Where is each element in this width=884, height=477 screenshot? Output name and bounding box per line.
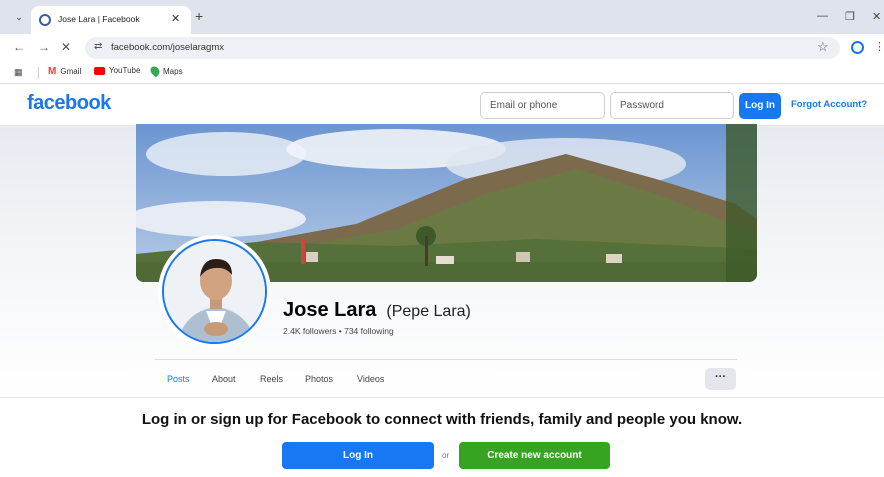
browser-toolbar: ← → ✕ ⇄ facebook.com/joselaragmx ☆ ⋮ <box>0 34 884 62</box>
tab-search-icon[interactable]: ⌄ <box>10 9 28 25</box>
site-info-icon[interactable]: ⇄ <box>94 41 102 52</box>
window-close-icon[interactable]: ✕ <box>872 10 881 23</box>
youtube-icon <box>94 66 105 75</box>
tab-title: Jose Lara | Facebook <box>58 14 140 24</box>
url-text: facebook.com/joselaragmx <box>111 42 224 53</box>
avatar-image <box>162 239 267 344</box>
facebook-favicon-icon <box>39 14 51 26</box>
profile-avatar[interactable] <box>158 235 271 348</box>
login-button[interactable]: Log In <box>282 442 434 469</box>
stop-loading-icon[interactable]: ✕ <box>61 40 71 54</box>
more-options-button[interactable]: ··· <box>705 368 736 390</box>
back-arrow-icon[interactable]: ← <box>13 40 25 54</box>
bookmark-label: Maps <box>163 66 183 76</box>
password-field[interactable] <box>610 92 734 119</box>
person-portrait-image <box>164 241 265 342</box>
minimize-icon[interactable]: — <box>817 10 828 22</box>
tab-posts[interactable]: Posts <box>167 374 190 384</box>
bookmarks-bar: ▦ M Gmail YouTube Maps <box>0 62 884 84</box>
bookmark-gmail[interactable]: M Gmail <box>48 66 81 77</box>
restore-icon[interactable]: ❐ <box>845 10 855 23</box>
follow-stats[interactable]: 2.4K followers • 734 following <box>283 326 394 336</box>
browser-tab-strip: ⌄ Jose Lara | Facebook ✕ + — ❐ ✕ <box>0 0 884 34</box>
bookmark-maps[interactable]: Maps <box>148 64 183 78</box>
apps-grid-icon[interactable]: ▦ <box>14 67 23 78</box>
tab-reels[interactable]: Reels <box>260 374 283 384</box>
profile-divider <box>155 359 737 360</box>
bookmark-star-icon[interactable]: ☆ <box>817 39 829 55</box>
new-tab-icon[interactable]: + <box>195 9 203 23</box>
bookmarks-divider <box>38 67 39 79</box>
browser-menu-icon[interactable]: ⋮ <box>874 40 884 53</box>
browser-tab[interactable]: Jose Lara | Facebook ✕ <box>31 6 191 34</box>
profile-name: Jose Lara <box>283 299 377 321</box>
bookmark-label: Gmail <box>60 67 82 76</box>
profile-name-row: Jose Lara (Pepe Lara) <box>283 299 471 322</box>
or-label: or <box>442 451 450 460</box>
gmail-icon: M <box>48 66 57 77</box>
facebook-header: facebook Log In Forgot Account? <box>0 84 884 126</box>
bookmark-youtube[interactable]: YouTube <box>94 66 140 75</box>
header-login-button[interactable]: Log In <box>739 93 781 119</box>
address-bar[interactable]: ⇄ facebook.com/joselaragmx <box>85 37 840 59</box>
bookmark-label: YouTube <box>109 66 141 75</box>
profile-nickname: (Pepe Lara) <box>386 303 471 320</box>
tab-videos[interactable]: Videos <box>357 374 384 384</box>
signup-prompt: Log in or sign up for Facebook to connec… <box>141 411 743 428</box>
facebook-logo[interactable]: facebook <box>27 92 111 115</box>
tab-close-icon[interactable]: ✕ <box>171 12 180 25</box>
create-account-button[interactable]: Create new account <box>459 442 610 469</box>
cta-divider <box>0 397 884 398</box>
profile-icon[interactable] <box>851 41 864 54</box>
tab-about[interactable]: About <box>212 374 236 384</box>
forgot-account-link[interactable]: Forgot Account? <box>791 99 867 110</box>
email-field[interactable] <box>480 92 605 119</box>
tab-photos[interactable]: Photos <box>305 374 333 384</box>
maps-icon <box>148 64 162 78</box>
forward-arrow-icon[interactable]: → <box>38 40 50 54</box>
